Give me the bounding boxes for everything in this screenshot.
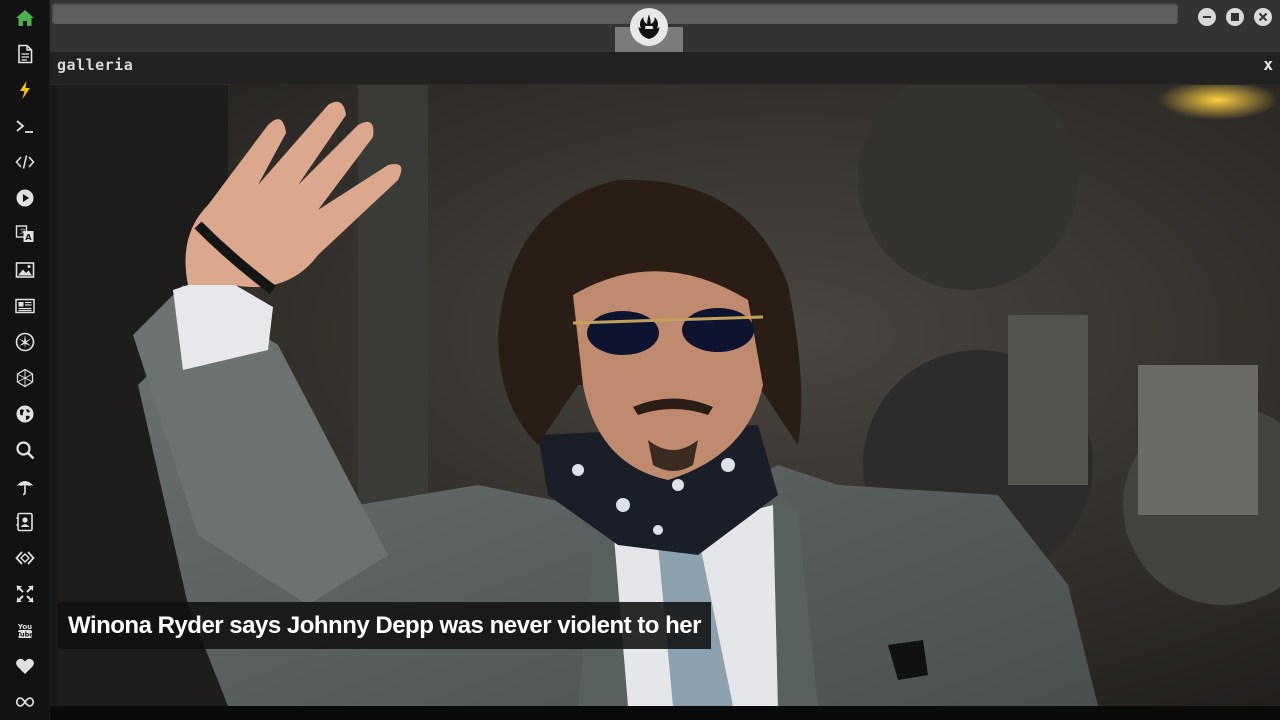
- globe-icon[interactable]: [13, 402, 37, 426]
- caption-text: Winona Ryder says Johnny Depp was never …: [68, 611, 701, 639]
- expand-icon[interactable]: [13, 582, 37, 606]
- rebel-alliance-icon[interactable]: [630, 8, 668, 46]
- heart-icon[interactable]: [13, 654, 37, 678]
- panel-close-button[interactable]: x: [1263, 55, 1273, 74]
- svg-text:A: A: [25, 233, 32, 242]
- photo-caption: Winona Ryder says Johnny Depp was never …: [58, 602, 711, 649]
- svg-text:文: 文: [20, 228, 26, 236]
- terminal-icon[interactable]: [13, 114, 37, 138]
- search-icon[interactable]: [13, 438, 37, 462]
- address-bar[interactable]: [52, 3, 1178, 24]
- share-icon[interactable]: [13, 546, 37, 570]
- top-bar: [50, 0, 1280, 52]
- contact-icon[interactable]: [13, 510, 37, 534]
- lightning-icon[interactable]: [13, 78, 37, 102]
- panel-title: galleria: [57, 56, 134, 74]
- minimize-icon[interactable]: [1198, 8, 1216, 26]
- document-icon[interactable]: [13, 42, 37, 66]
- panel-bottom-bar: [50, 706, 1280, 720]
- youtube-icon[interactable]: You Tube: [13, 618, 37, 642]
- svg-text:Tube: Tube: [16, 631, 34, 639]
- play-icon[interactable]: [13, 186, 37, 210]
- infinity-icon[interactable]: [13, 690, 37, 714]
- rebel-icon[interactable]: [13, 330, 37, 354]
- maximize-icon[interactable]: [1226, 8, 1244, 26]
- gallery-panel-header: galleria x: [50, 52, 1280, 85]
- translate-icon[interactable]: A文: [13, 222, 37, 246]
- close-icon[interactable]: [1254, 8, 1272, 26]
- code-icon[interactable]: [13, 150, 37, 174]
- image-icon[interactable]: [13, 258, 37, 282]
- sidebar: A文 You Tube: [0, 0, 50, 720]
- panel-left-edge: [50, 85, 58, 706]
- home-icon[interactable]: [13, 6, 37, 30]
- umbrella-icon[interactable]: [13, 474, 37, 498]
- newspaper-icon[interactable]: [13, 294, 37, 318]
- hexagon-icon[interactable]: [13, 366, 37, 390]
